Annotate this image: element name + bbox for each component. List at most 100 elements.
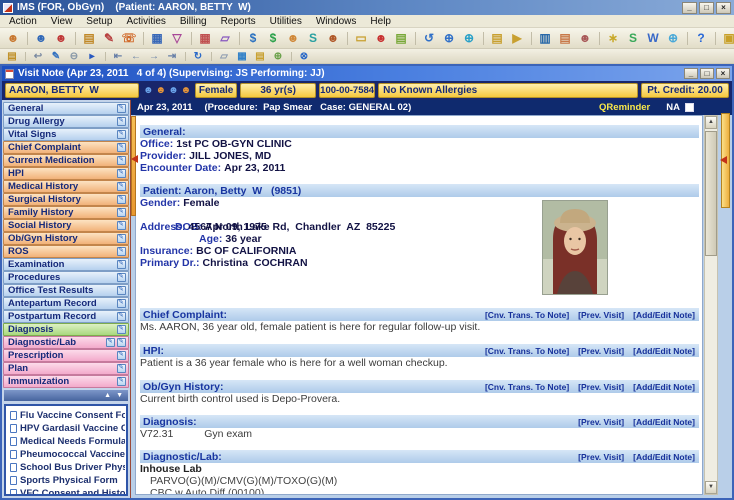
sidebar-tab-hpi[interactable]: HPI xyxy=(3,167,129,180)
template-icon[interactable]: ▦ xyxy=(234,50,250,63)
folder-go-icon[interactable]: ▶ xyxy=(508,30,526,47)
statement-icon[interactable]: S xyxy=(304,30,322,47)
messenger-icon[interactable]: ⊕ xyxy=(664,30,682,47)
document-item[interactable]: School Bus Driver Physic xyxy=(7,461,125,474)
sidebar-tab-office-test-results[interactable]: Office Test Results xyxy=(3,284,129,297)
sidebar-tab-drug-allergy[interactable]: Drug Allergy xyxy=(3,115,129,128)
menu-item[interactable]: Action xyxy=(2,16,44,27)
add-edit-note-link[interactable]: [Add/Edit Note] xyxy=(633,310,695,320)
guarantor-icon[interactable]: ☻ xyxy=(284,30,302,47)
phone-icon[interactable]: ☏ xyxy=(120,30,138,47)
document-item[interactable]: VFC Consent and History xyxy=(7,487,125,496)
note-minimize-button[interactable]: _ xyxy=(684,68,698,79)
sidebar-tab-antepartum-record[interactable]: Antepartum Record xyxy=(3,297,129,310)
sidebar-tab-postpartum-record[interactable]: Postpartum Record xyxy=(3,310,129,323)
content-scrollbar[interactable]: ▲ ▼ xyxy=(704,115,718,495)
scrollbar-down-icon[interactable]: ▼ xyxy=(705,481,717,494)
tasks-icon[interactable]: ▤ xyxy=(392,30,410,47)
security-key-icon[interactable]: ∗ xyxy=(604,30,622,47)
billing-icon[interactable]: $ xyxy=(244,30,262,47)
close-note-icon[interactable]: ⊗ xyxy=(296,50,312,63)
scrollbar-up-icon[interactable]: ▲ xyxy=(705,116,717,129)
add-edit-note-link[interactable]: [Add/Edit Note] xyxy=(633,346,695,356)
nav-next-icon[interactable]: → xyxy=(146,50,162,63)
edit-note-icon[interactable]: ✎ xyxy=(48,50,64,63)
qreminder-link[interactable]: QReminder xyxy=(599,102,650,113)
nav-last-icon[interactable]: ⇥ xyxy=(164,50,180,63)
records-icon[interactable]: ☻ xyxy=(576,30,594,47)
note-maximize-button[interactable]: □ xyxy=(700,68,714,79)
patient-edit-icon[interactable]: ☻ xyxy=(32,30,50,47)
menu-item[interactable]: Reports xyxy=(214,16,263,27)
scroll-up-icon[interactable]: ▲ xyxy=(104,392,111,399)
case-folder-icon[interactable]: ▤ xyxy=(80,30,98,47)
folder-user-icon[interactable]: ▤ xyxy=(488,30,506,47)
sidebar-tab-obgyn-history[interactable]: Ob/Gyn History xyxy=(3,232,129,245)
app-minimize-button[interactable]: _ xyxy=(682,2,697,14)
help-icon[interactable]: ? xyxy=(692,30,710,47)
flag-alert-icon[interactable]: ☻ xyxy=(156,86,167,96)
web-page-icon[interactable]: ⊕ xyxy=(270,50,286,63)
sidebar-tab-immunization[interactable]: Immunization xyxy=(3,375,129,388)
chart-view-icon[interactable]: ▦ xyxy=(148,30,166,47)
add-edit-note-link[interactable]: [Add/Edit Note] xyxy=(633,382,695,392)
nav-prev-icon[interactable]: ← xyxy=(128,50,144,63)
flag-info-icon[interactable]: ☻ xyxy=(168,86,179,96)
sidebar-tab-diagnosis[interactable]: Diagnosis xyxy=(3,323,129,336)
menu-item[interactable]: Setup xyxy=(79,16,119,27)
prev-visit-link[interactable]: [Prev. Visit] xyxy=(578,310,624,320)
scroll-down-icon[interactable]: ▼ xyxy=(116,392,123,399)
forward-icon[interactable]: ▸ xyxy=(84,50,100,63)
sidebar-tab-diagnostic-lab[interactable]: Diagnostic/Lab xyxy=(3,336,129,349)
app-maximize-button[interactable]: □ xyxy=(699,2,714,14)
menu-item[interactable]: Windows xyxy=(309,16,364,27)
patient-icon[interactable]: ☻ xyxy=(4,30,22,47)
accounts-icon[interactable]: ☻ xyxy=(324,30,342,47)
sidebar-tab-ros[interactable]: ROS xyxy=(3,245,129,258)
menu-item[interactable]: Help xyxy=(363,16,398,27)
back-icon[interactable]: ↩ xyxy=(30,50,46,63)
word-doc-icon[interactable]: W xyxy=(644,30,662,47)
sidebar-tab-examination[interactable]: Examination xyxy=(3,258,129,271)
prev-visit-link[interactable]: [Prev. Visit] xyxy=(578,346,624,356)
reports-icon[interactable]: ▥ xyxy=(536,30,554,47)
flag-chart-icon[interactable]: ☻ xyxy=(143,86,154,96)
sidebar-tab-surgical-history[interactable]: Surgical History xyxy=(3,193,129,206)
prev-visit-link[interactable]: [Prev. Visit] xyxy=(578,452,624,462)
lab-flask-icon[interactable]: ▽ xyxy=(168,30,186,47)
sidebar-tab-medical-history[interactable]: Medical History xyxy=(3,180,129,193)
na-checkbox[interactable] xyxy=(685,103,694,112)
scrollbar-thumb[interactable] xyxy=(705,131,717,256)
add-edit-note-link[interactable]: [Add/Edit Note] xyxy=(633,452,695,462)
network-icon[interactable]: ⊕ xyxy=(460,30,478,47)
prev-visit-link[interactable]: [Prev. Visit] xyxy=(578,382,624,392)
payment-icon[interactable]: $ xyxy=(264,30,282,47)
copy-icon[interactable]: ▱ xyxy=(216,50,232,63)
alert-person-icon[interactable]: ☻ xyxy=(372,30,390,47)
document-item[interactable]: Pheumococcal Vaccine I xyxy=(7,448,125,461)
patient-allergies-badge[interactable]: No Known Allergies xyxy=(378,83,638,98)
patient-alert-icon[interactable]: ☻ xyxy=(52,30,70,47)
menu-item[interactable]: Activities xyxy=(119,16,172,27)
monitor-icon[interactable]: ▭ xyxy=(352,30,370,47)
web-icon[interactable]: ⊕ xyxy=(440,30,458,47)
document-icon[interactable]: ▱ xyxy=(216,30,234,47)
prev-visit-link[interactable]: [Prev. Visit] xyxy=(578,417,624,427)
note-edit-icon[interactable]: ✎ xyxy=(100,30,118,47)
calendar-icon[interactable]: ▦ xyxy=(196,30,214,47)
document-item[interactable]: HPV Gardasil Vaccine C xyxy=(7,422,125,435)
schedule-icon[interactable]: S xyxy=(624,30,642,47)
sidebar-tab-prescription[interactable]: Prescription xyxy=(3,349,129,362)
document-item[interactable]: Medical Needs Formula I xyxy=(7,435,125,448)
document-item[interactable]: Sports Physical Form xyxy=(7,474,125,487)
stamp-icon[interactable]: ▤ xyxy=(252,50,268,63)
app-close-button[interactable]: × xyxy=(716,2,731,14)
sidebar-tab-chief-complaint[interactable]: Chief Complaint xyxy=(3,141,129,154)
cnv-trans-link[interactable]: [Cnv. Trans. To Note] xyxy=(485,346,569,356)
menu-item[interactable]: Billing xyxy=(173,16,214,27)
remove-icon[interactable]: ⊖ xyxy=(66,50,82,63)
refresh-icon[interactable]: ↻ xyxy=(190,50,206,63)
menu-item[interactable]: Utilities xyxy=(263,16,309,27)
sidebar-tab-current-medication[interactable]: Current Medication xyxy=(3,154,129,167)
flag-note-icon[interactable]: ☻ xyxy=(181,86,192,96)
